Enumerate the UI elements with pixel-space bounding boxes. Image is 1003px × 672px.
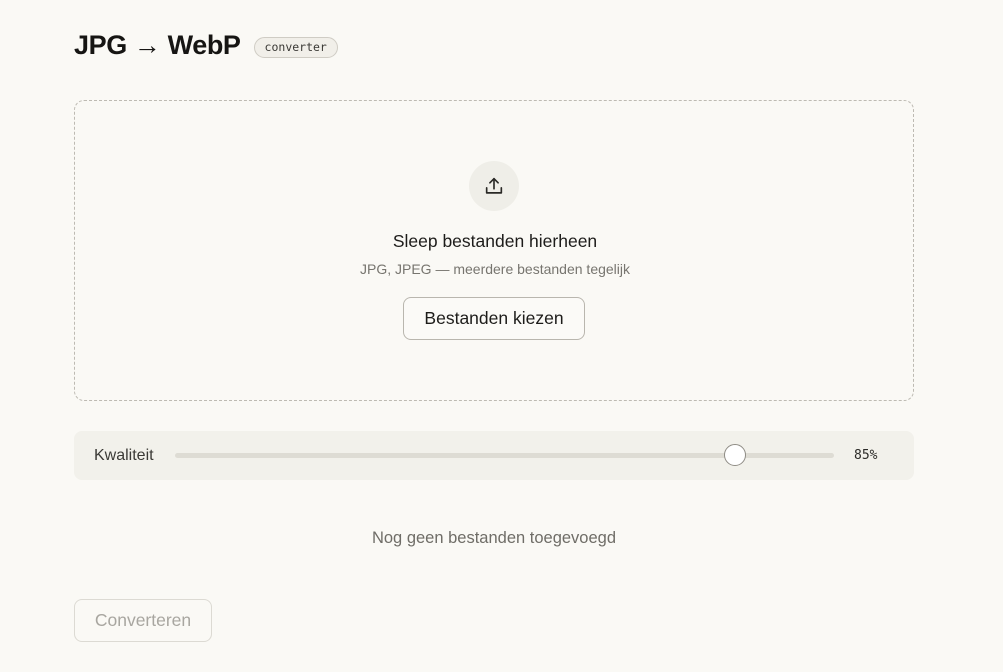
dropzone-title: Sleep bestanden hierheen [392,231,598,251]
page-header: JPG → WebP converter [74,28,338,62]
mode-badge: converter [253,36,338,58]
quality-label: Kwaliteit [94,447,154,464]
empty-file-list-message: Nog geen bestanden toegevoegd [371,529,617,547]
quality-slider-thumb[interactable] [724,444,747,466]
quality-slider[interactable] [175,444,834,466]
upload-icon [469,161,519,211]
convert-button[interactable]: Converteren [74,599,212,642]
file-dropzone[interactable]: Sleep bestanden hierheen JPG, JPEG — mee… [74,100,914,401]
quality-value: 85% [854,448,878,463]
dropzone-subtitle: JPG, JPEG — meerdere bestanden tegelijk [359,261,631,277]
choose-files-button[interactable]: Bestanden kiezen [403,297,585,340]
page-title: JPG → WebP [74,29,241,60]
quality-panel: Kwaliteit 85% [74,431,914,480]
